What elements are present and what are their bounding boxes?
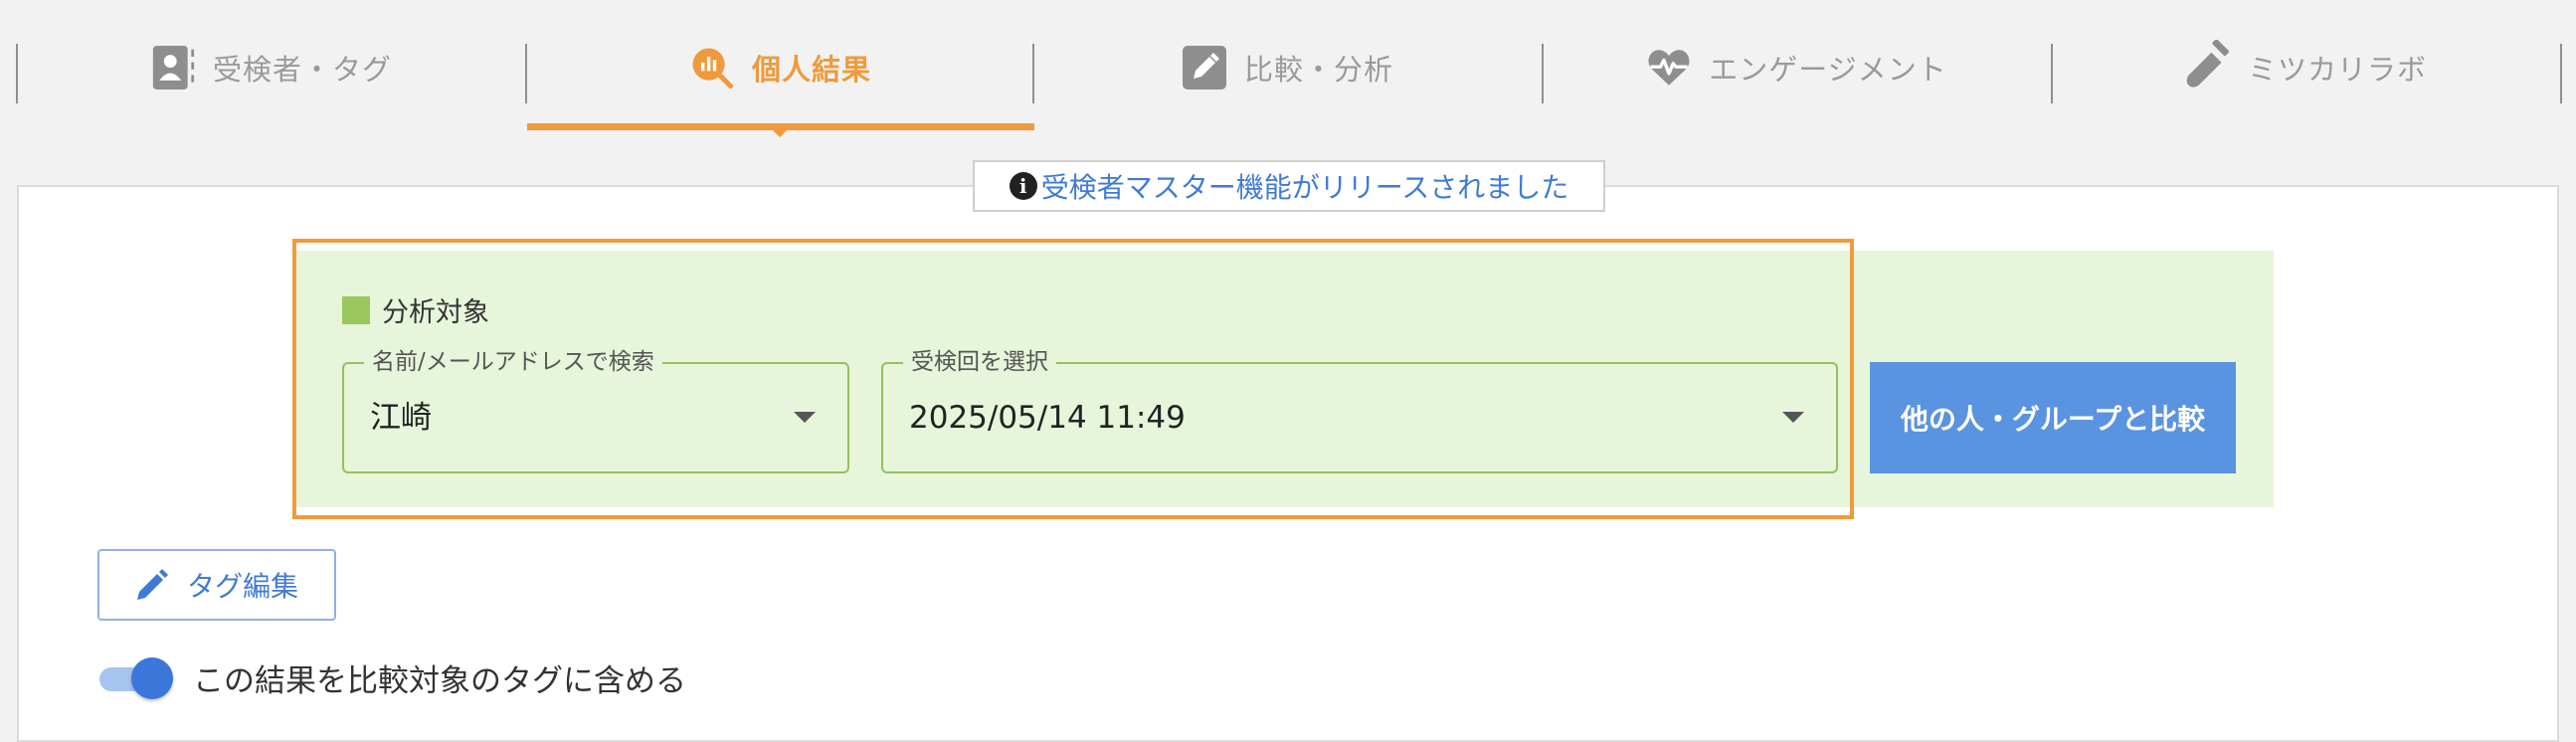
compare-with-others-button[interactable]: 他の人・グループと比較 xyxy=(1870,362,2236,473)
include-in-comparison-row: この結果を比較対象のタグに含める xyxy=(97,652,686,702)
test-tube-icon xyxy=(2186,40,2230,90)
edit-tags-label: タグ編集 xyxy=(186,570,298,603)
nav-tab-label: 個人結果 xyxy=(751,53,871,87)
nav-tab-individual-results[interactable]: 個人結果 xyxy=(527,0,1034,135)
active-tab-caret xyxy=(772,129,788,137)
green-square-icon xyxy=(342,295,370,324)
chart-search-icon xyxy=(690,46,734,90)
release-notice-text: 受検者マスター機能がリリースされました xyxy=(1040,171,1569,204)
nav-tab-label: エンゲージメント xyxy=(1709,53,1947,87)
heartbeat-icon xyxy=(1647,46,1691,90)
exam-session-select[interactable]: 受検回を選択 2025/05/14 11:49 xyxy=(881,347,1838,473)
nav-divider xyxy=(2560,44,2562,103)
nav-tab-mitsucari-lab[interactable]: ミツカリラボ xyxy=(2053,0,2560,135)
include-in-comparison-toggle[interactable] xyxy=(97,657,173,699)
nav-tab-label: ミツカリラボ xyxy=(2247,53,2427,87)
nav-tab-label: 受検者・タグ xyxy=(212,53,392,87)
user-tag-icon xyxy=(151,46,195,90)
nav-tab-engagement[interactable]: エンゲージメント xyxy=(1544,0,2051,135)
analysis-target-title: 分析対象 xyxy=(382,297,489,328)
pencil-icon xyxy=(135,568,169,602)
nav-tab-examinees-tags[interactable]: 受検者・タグ xyxy=(18,0,525,135)
nav-tab-label: 比較・分析 xyxy=(1243,53,1393,87)
toggle-knob xyxy=(131,657,173,699)
analysis-target-heading: 分析対象 xyxy=(342,290,489,329)
edit-tags-button[interactable]: タグ編集 xyxy=(97,549,336,621)
release-notice-link[interactable]: i 受検者マスター機能がリリースされました xyxy=(973,160,1605,212)
top-nav: 受検者・タグ 個人結果 比較・分析 エンゲージメント ミツカリラボ xyxy=(0,0,2576,137)
chevron-down-icon xyxy=(794,412,816,423)
chevron-down-icon xyxy=(1782,412,1804,423)
nav-tab-compare-analyze[interactable]: 比較・分析 xyxy=(1034,0,1542,135)
info-icon: i xyxy=(1009,172,1037,200)
include-in-comparison-label: この結果を比較対象のタグに含める xyxy=(193,662,686,699)
edit-square-icon xyxy=(1182,46,1226,90)
exam-session-value: 2025/05/14 11:49 xyxy=(909,400,1186,436)
name-email-search-select[interactable]: 名前/メールアドレスで検索 江崎 xyxy=(342,347,849,473)
name-email-search-value: 江崎 xyxy=(370,400,432,436)
